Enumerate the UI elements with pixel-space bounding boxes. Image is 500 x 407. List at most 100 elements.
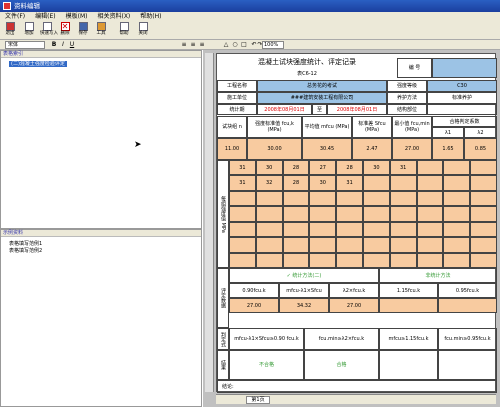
save-button[interactable]: 保存 xyxy=(76,22,90,39)
tree-item-concrete[interactable]: (二)混凝土强度检验评定 xyxy=(9,61,67,68)
strength-cell[interactable] xyxy=(229,252,256,268)
strength-cell[interactable] xyxy=(255,252,283,268)
example-item-2[interactable]: 表格填写范例2 xyxy=(9,248,42,255)
font-select[interactable]: 宋体 xyxy=(5,41,45,49)
strength-cell[interactable] xyxy=(416,175,444,191)
align-right-button[interactable]: ≡ xyxy=(198,41,206,49)
strength-cell[interactable] xyxy=(389,190,417,207)
strength-cell[interactable]: 30 xyxy=(255,160,283,176)
strength-cell[interactable] xyxy=(336,206,363,222)
strength-cell[interactable] xyxy=(309,190,337,207)
exit-button[interactable]: 退出 xyxy=(3,22,17,39)
strength-cell[interactable]: 30 xyxy=(363,160,390,176)
italic-button[interactable]: I xyxy=(59,41,67,49)
strength-cell[interactable] xyxy=(470,190,497,207)
close-button[interactable]: 关闭 xyxy=(136,22,150,39)
strength-cell[interactable] xyxy=(309,252,337,268)
strength-cell[interactable] xyxy=(443,160,471,176)
strength-cell[interactable] xyxy=(255,206,283,222)
strength-cell[interactable] xyxy=(470,221,497,238)
menu-file[interactable]: 文件(F) xyxy=(0,12,30,21)
strength-cell[interactable]: 32 xyxy=(255,175,283,191)
strength-cell[interactable] xyxy=(389,221,417,238)
strength-cell[interactable] xyxy=(363,221,390,238)
strength-cell[interactable] xyxy=(255,237,283,253)
number-field[interactable] xyxy=(432,58,497,78)
strength-cell[interactable] xyxy=(309,221,337,238)
strength-cell[interactable] xyxy=(443,190,471,207)
strength-cell[interactable]: 31 xyxy=(229,160,256,176)
strength-cell[interactable] xyxy=(363,190,390,207)
strength-cell[interactable] xyxy=(443,175,471,191)
tools-button[interactable]: 工具 xyxy=(94,22,108,39)
zoom-select[interactable]: 100% xyxy=(262,41,284,49)
strength-cell[interactable] xyxy=(443,237,471,253)
strength-cell[interactable] xyxy=(470,175,497,191)
circle-tool[interactable]: ○ xyxy=(231,41,239,49)
strength-cell[interactable] xyxy=(416,190,444,207)
strength-cell[interactable] xyxy=(470,252,497,268)
period-from[interactable]: 2008年08月01日 xyxy=(257,104,312,115)
project-field[interactable]: 总务花的考试 xyxy=(257,80,387,92)
strength-cell[interactable] xyxy=(336,190,363,207)
strength-cell[interactable] xyxy=(282,237,310,253)
strength-cell[interactable] xyxy=(470,160,497,176)
strength-cell[interactable] xyxy=(282,190,310,207)
strength-cell[interactable] xyxy=(255,190,283,207)
grade-field[interactable]: C30 xyxy=(427,80,497,92)
strength-cell[interactable] xyxy=(229,190,256,207)
strength-cell[interactable] xyxy=(443,221,471,238)
delete-button[interactable]: ✕ 删除 xyxy=(58,22,72,39)
strength-cell[interactable] xyxy=(443,252,471,268)
menu-template[interactable]: 模板(M) xyxy=(61,12,93,21)
strength-cell[interactable] xyxy=(470,206,497,222)
strength-cell[interactable] xyxy=(470,237,497,253)
strength-cell[interactable] xyxy=(282,206,310,222)
menu-help[interactable]: 帮助(H) xyxy=(135,12,166,21)
align-left-button[interactable]: ≡ xyxy=(180,41,188,49)
strength-cell[interactable] xyxy=(389,237,417,253)
strength-cell[interactable] xyxy=(309,237,337,253)
strength-cell[interactable] xyxy=(363,237,390,253)
strength-cell[interactable] xyxy=(336,252,363,268)
strength-cell[interactable] xyxy=(416,221,444,238)
menu-related[interactable]: 相关资料(X) xyxy=(92,12,135,21)
quick-write-button[interactable]: 快速写入 xyxy=(40,22,58,39)
strength-cell[interactable] xyxy=(336,221,363,238)
strength-cell[interactable] xyxy=(336,237,363,253)
bold-button[interactable]: B xyxy=(50,41,58,49)
menu-edit[interactable]: 编辑(E) xyxy=(30,12,60,21)
example-item-1[interactable]: 表格填写范例1 xyxy=(9,241,42,248)
strength-cell[interactable] xyxy=(389,252,417,268)
part-field[interactable] xyxy=(427,104,497,115)
strength-cell[interactable] xyxy=(389,175,417,191)
strength-cell[interactable] xyxy=(309,206,337,222)
strength-cell[interactable] xyxy=(363,206,390,222)
unit-field[interactable]: ###建筑安装工程有限公司 xyxy=(257,92,387,104)
strength-cell[interactable] xyxy=(363,175,390,191)
strength-cell[interactable]: 27 xyxy=(309,160,337,176)
strength-cell[interactable]: 28 xyxy=(282,160,310,176)
period-to[interactable]: 2008年08月01日 xyxy=(327,104,387,115)
underline-button[interactable]: U xyxy=(68,41,76,49)
strength-cell[interactable] xyxy=(416,160,444,176)
strength-cell[interactable]: 31 xyxy=(229,175,256,191)
strength-cell[interactable] xyxy=(255,221,283,238)
strength-cell[interactable] xyxy=(229,206,256,222)
strength-cell[interactable]: 28 xyxy=(282,175,310,191)
help-button[interactable]: 帮助 xyxy=(117,22,131,39)
strength-cell[interactable]: 28 xyxy=(336,160,363,176)
triangle-tool[interactable]: △ xyxy=(222,41,230,49)
strength-cell[interactable]: 31 xyxy=(336,175,363,191)
add-button[interactable]: 增加 xyxy=(22,22,36,39)
rect-tool[interactable]: □ xyxy=(240,41,248,49)
strength-cell[interactable] xyxy=(443,206,471,222)
strength-cell[interactable] xyxy=(416,206,444,222)
cure-select[interactable]: 标准养护 xyxy=(427,92,497,104)
strength-cell[interactable]: 30 xyxy=(309,175,337,191)
strength-cell[interactable] xyxy=(282,252,310,268)
strength-cell[interactable]: 31 xyxy=(389,160,417,176)
sheet-tab-1[interactable]: 第1页 xyxy=(246,396,270,404)
strength-cell[interactable] xyxy=(229,237,256,253)
strength-cell[interactable] xyxy=(389,206,417,222)
